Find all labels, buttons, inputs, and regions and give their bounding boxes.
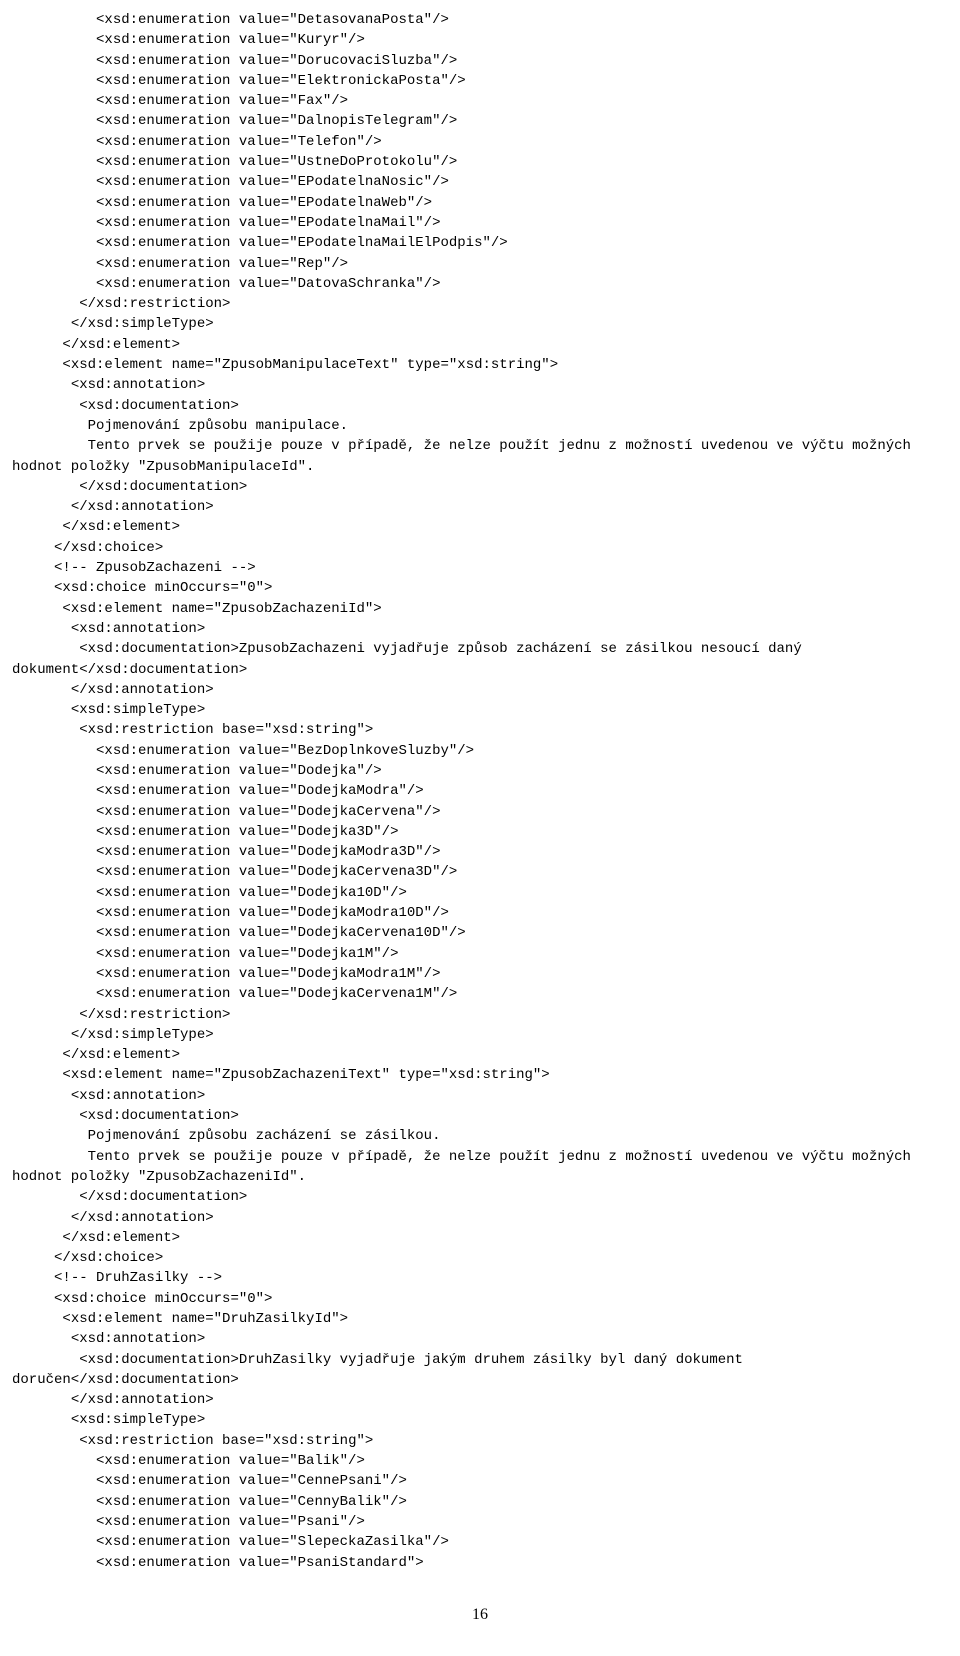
xsd-code-block: <xsd:enumeration value="DetasovanaPosta"… <box>0 10 960 1573</box>
page-number: 16 <box>0 1603 960 1626</box>
